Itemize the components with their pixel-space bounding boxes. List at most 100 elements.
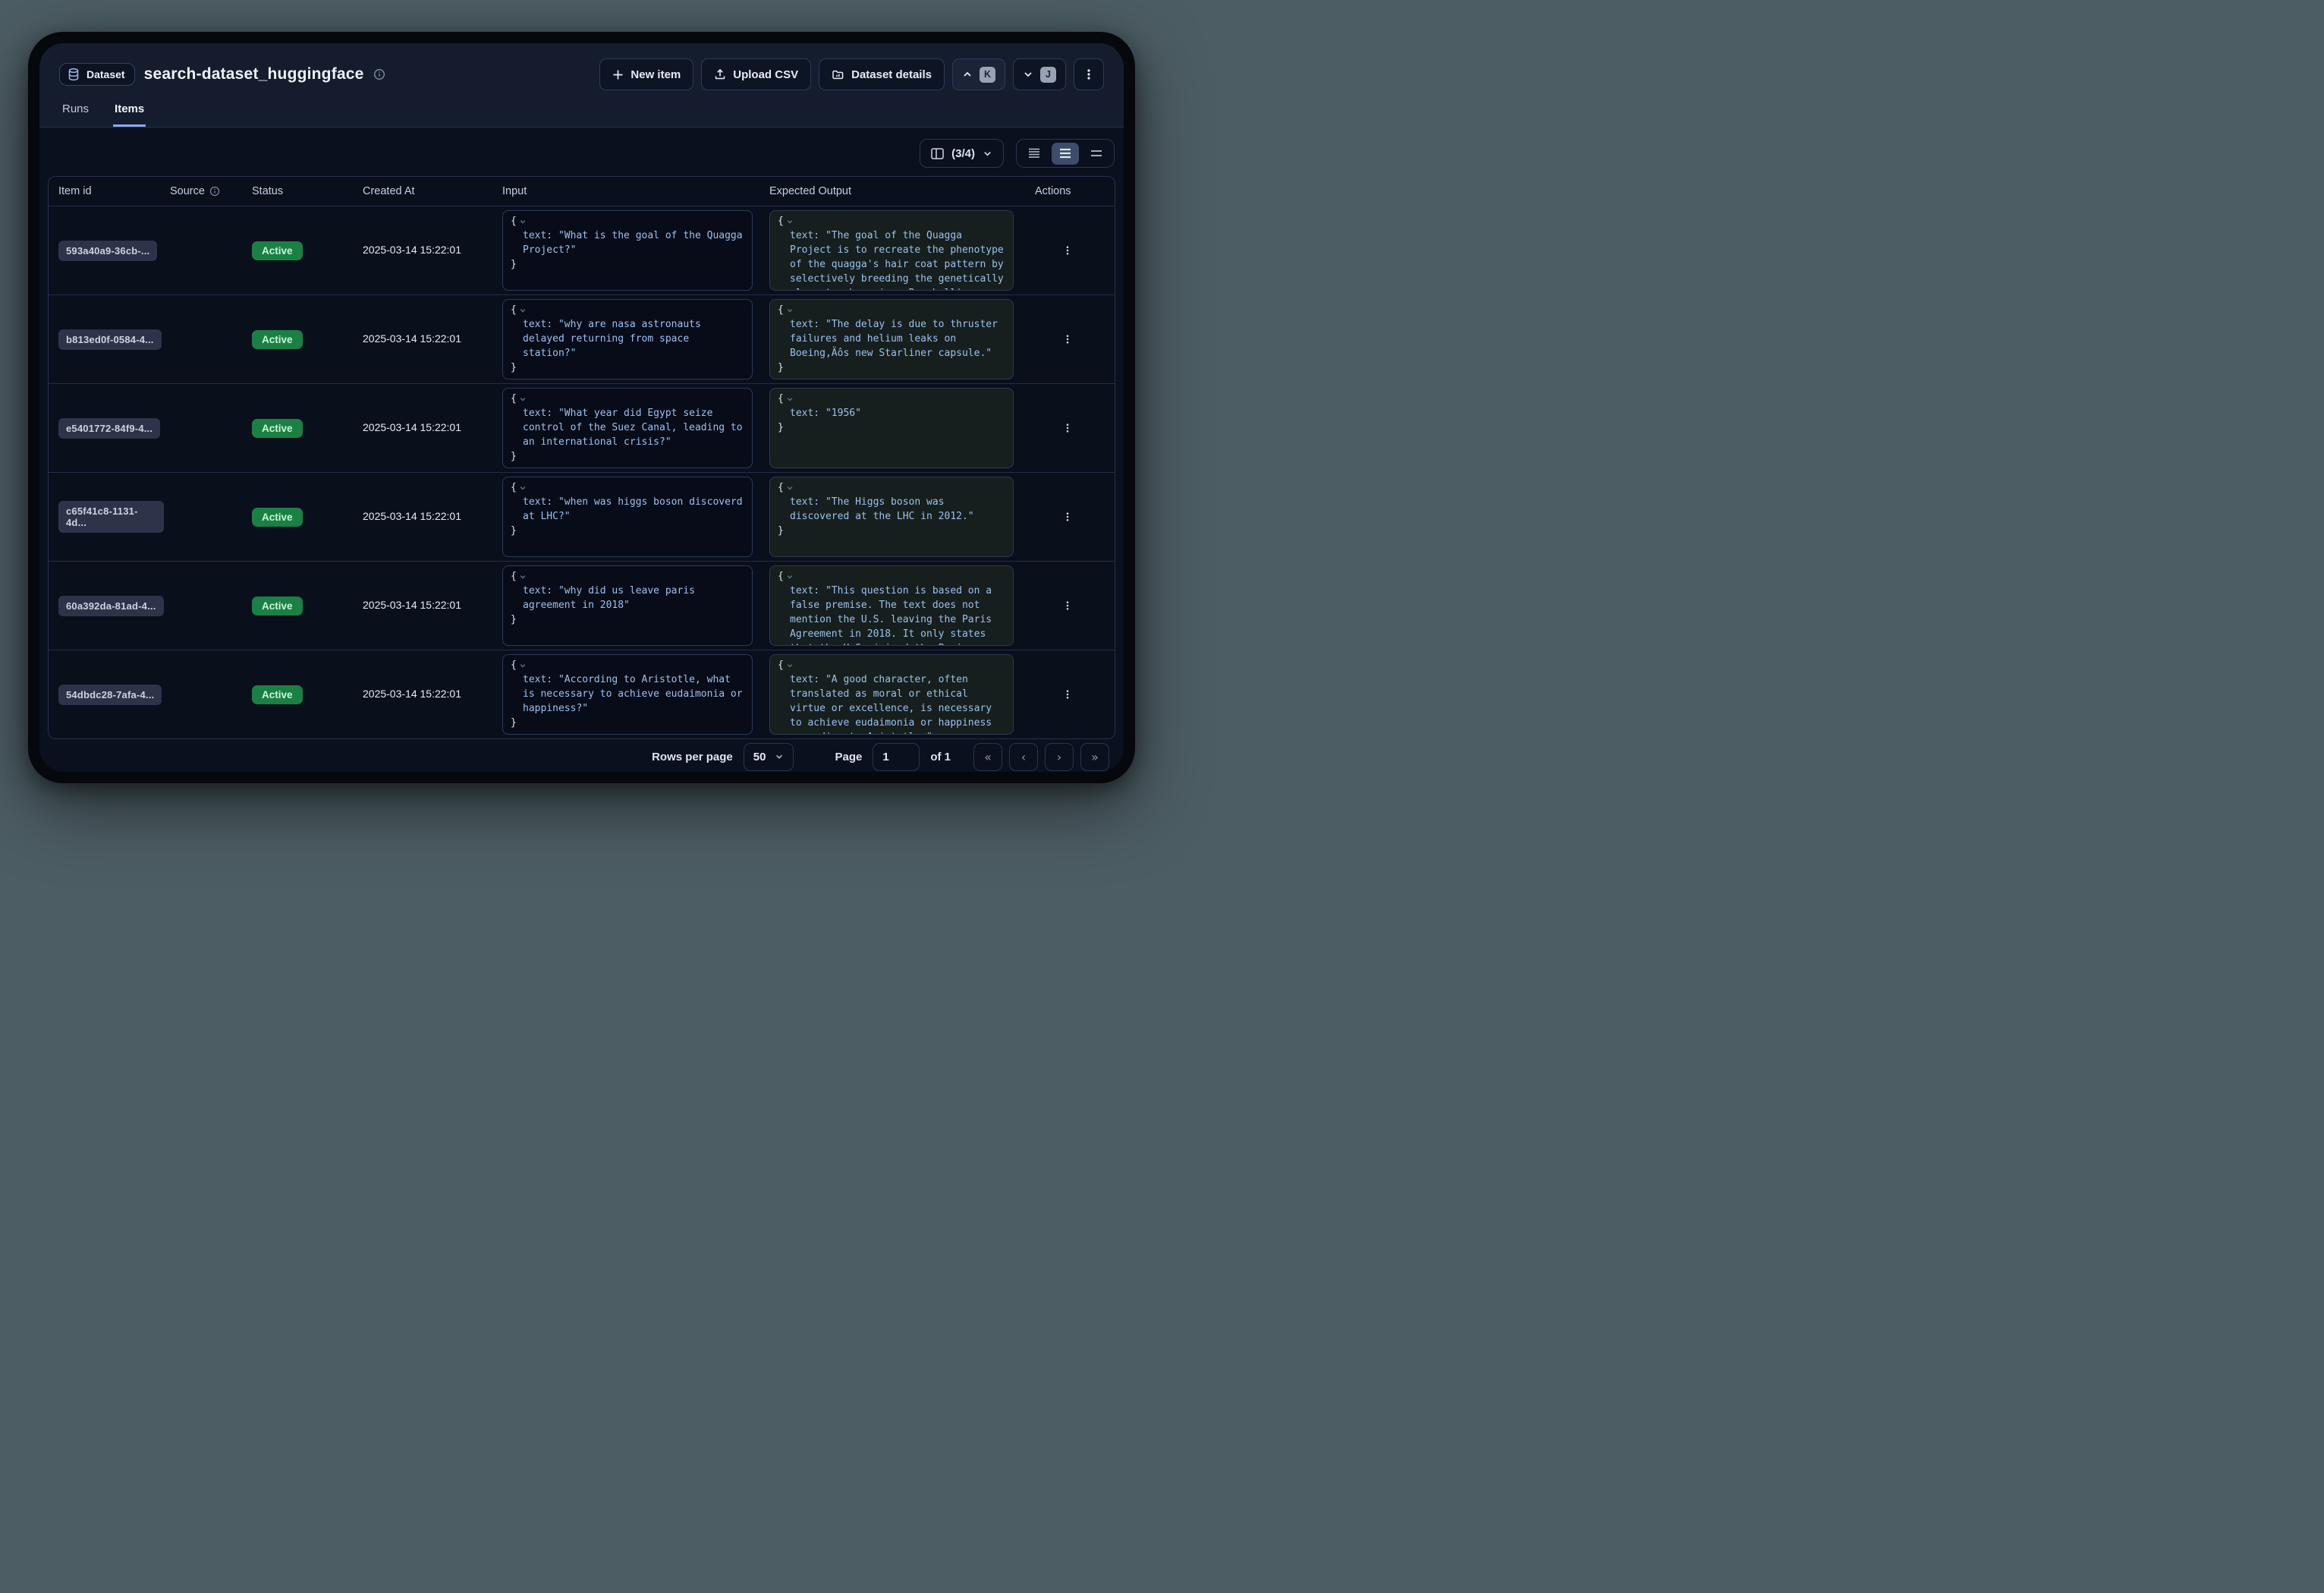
item-id-chip[interactable]: 593a40a9-36cb-... [58, 241, 157, 261]
database-icon [67, 68, 80, 81]
expected-output-json-text: text: "The Higgs boson was discovered at… [778, 495, 1005, 524]
kebab-icon [1063, 688, 1072, 700]
close-brace: } [511, 257, 744, 272]
chevron-right-icon: › [1057, 750, 1061, 764]
expected-output-json-cell[interactable]: { text: "The delay is due to thruster fa… [769, 299, 1014, 379]
row-actions-button[interactable] [1055, 502, 1080, 532]
expected-output-json-cell[interactable]: { text: "A good character, often transla… [769, 654, 1014, 735]
plus-icon [612, 69, 624, 80]
previous-page-button[interactable]: ‹ [1009, 743, 1038, 771]
created-at-value: 2025-03-14 15:22:01 [363, 688, 461, 700]
table-toolbar: (3/4) [48, 139, 1115, 168]
input-json-cell[interactable]: { text: "when was higgs boson discoverd … [502, 477, 753, 557]
kebab-icon [1063, 422, 1072, 434]
double-chevron-right-icon: » [1091, 750, 1099, 764]
status-badge: Active [252, 330, 303, 349]
open-brace: { [778, 569, 784, 584]
item-id-chip[interactable]: b813ed0f-0584-4... [58, 329, 162, 350]
rows-per-page-select[interactable]: 50 [744, 743, 794, 771]
close-brace: } [511, 360, 744, 375]
created-at-value: 2025-03-14 15:22:01 [363, 244, 461, 256]
input-json-cell[interactable]: { text: "why did us leave paris agreemen… [502, 565, 753, 646]
page-input[interactable] [873, 743, 920, 771]
row-actions-button[interactable] [1055, 590, 1080, 621]
expected-output-json-cell[interactable]: { text: "The goal of the Quagga Project … [769, 210, 1014, 291]
next-item-button[interactable]: J [1013, 58, 1066, 90]
input-json-cell[interactable]: { text: "According to Aristotle, what is… [502, 654, 753, 735]
open-brace: { [778, 392, 784, 406]
next-page-button[interactable]: › [1045, 743, 1074, 771]
close-brace: } [511, 612, 744, 627]
previous-item-button[interactable]: K [952, 58, 1005, 90]
more-options-button[interactable] [1074, 58, 1104, 90]
tab-runs[interactable]: Runs [61, 102, 90, 127]
first-page-button[interactable]: « [973, 743, 1002, 771]
page-label: Page [835, 751, 862, 763]
input-json-cell[interactable]: { text: "why are nasa astronauts delayed… [502, 299, 753, 379]
source-info-icon[interactable] [209, 186, 220, 197]
item-id-chip[interactable]: 54dbdc28-7afa-4... [58, 685, 162, 705]
status-badge: Active [252, 508, 303, 527]
expected-output-json-cell[interactable]: { text: "The Higgs boson was discovered … [769, 477, 1014, 557]
chevron-left-icon: ‹ [1021, 750, 1026, 764]
dataset-details-button[interactable]: Dataset details [819, 58, 945, 90]
columns-dropdown[interactable]: (3/4) [920, 139, 1004, 168]
pagination-buttons: « ‹ › » [973, 743, 1109, 771]
open-brace: { [511, 569, 517, 584]
row-actions-button[interactable] [1055, 235, 1080, 266]
json-collapse-icon [519, 307, 527, 314]
density-option-default[interactable] [1052, 143, 1079, 165]
upload-csv-button[interactable]: Upload CSV [701, 58, 811, 90]
dataset-details-label: Dataset details [851, 68, 932, 81]
input-json-cell[interactable]: { text: "What year did Egypt seize contr… [502, 388, 753, 468]
density-option-relaxed[interactable] [1083, 143, 1110, 165]
kebab-icon [1083, 68, 1094, 80]
open-brace: { [778, 303, 784, 317]
folder-icon [832, 68, 844, 81]
input-json-text: text: "why did us leave paris agreement … [511, 584, 744, 612]
chevron-down-icon [983, 149, 992, 159]
open-brace: { [511, 214, 517, 228]
row-actions-button[interactable] [1055, 324, 1080, 354]
pagination-footer: Rows per page 50 Page of 1 « ‹ › » [48, 739, 1115, 772]
expected-output-json-text: text: "1956" [778, 406, 1005, 420]
row-actions-button[interactable] [1055, 413, 1080, 443]
page-total: of 1 [930, 751, 951, 763]
json-collapse-icon [786, 218, 794, 225]
last-page-button[interactable]: » [1080, 743, 1109, 771]
kebab-icon [1063, 511, 1072, 523]
expected-output-json-text: text: "The goal of the Quagga Project is… [778, 228, 1005, 291]
rows-per-page-value: 50 [753, 751, 766, 763]
item-id-chip[interactable]: c65f41c8-1131-4d... [58, 501, 164, 533]
page-title: search-dataset_huggingface [144, 65, 364, 83]
item-id-chip[interactable]: e5401772-84f9-4... [58, 418, 160, 439]
expected-output-json-cell[interactable]: { text: "This question is based on a fal… [769, 565, 1014, 646]
upload-csv-label: Upload CSV [733, 68, 798, 81]
close-brace: } [511, 524, 744, 538]
chevron-down-icon [775, 752, 784, 761]
table-row: c65f41c8-1131-4d... Active 2025-03-14 15… [49, 472, 1115, 561]
keycap-j: J [1040, 67, 1056, 83]
expected-output-json-cell[interactable]: { text: "1956" } [769, 388, 1014, 468]
json-collapse-icon [519, 395, 527, 403]
row-actions-button[interactable] [1055, 679, 1080, 710]
density-option-compact[interactable] [1020, 143, 1048, 165]
columns-count: (3/4) [951, 147, 975, 160]
json-collapse-icon [786, 484, 794, 492]
close-brace: } [511, 716, 744, 730]
status-badge: Active [252, 419, 303, 438]
new-item-button[interactable]: New item [599, 58, 693, 90]
input-json-text: text: "According to Aristotle, what is n… [511, 672, 744, 716]
expected-output-json-text: text: "The delay is due to thruster fail… [778, 317, 1005, 360]
json-collapse-icon [786, 662, 794, 669]
item-id-chip[interactable]: 60a392da-81ad-4... [58, 596, 164, 616]
close-brace: } [778, 524, 1005, 538]
title-info-icon[interactable] [373, 68, 385, 80]
created-at-value: 2025-03-14 15:22:01 [363, 510, 461, 522]
dataset-app: Dataset search-dataset_huggingface Ne [39, 43, 1124, 772]
tab-items[interactable]: Items [113, 102, 146, 127]
input-json-cell[interactable]: { text: "What is the goal of the Quagga … [502, 210, 753, 291]
density-toggle-group [1016, 139, 1115, 168]
expected-output-json-text: text: "A good character, often translate… [778, 672, 1005, 735]
json-collapse-icon [519, 573, 527, 581]
